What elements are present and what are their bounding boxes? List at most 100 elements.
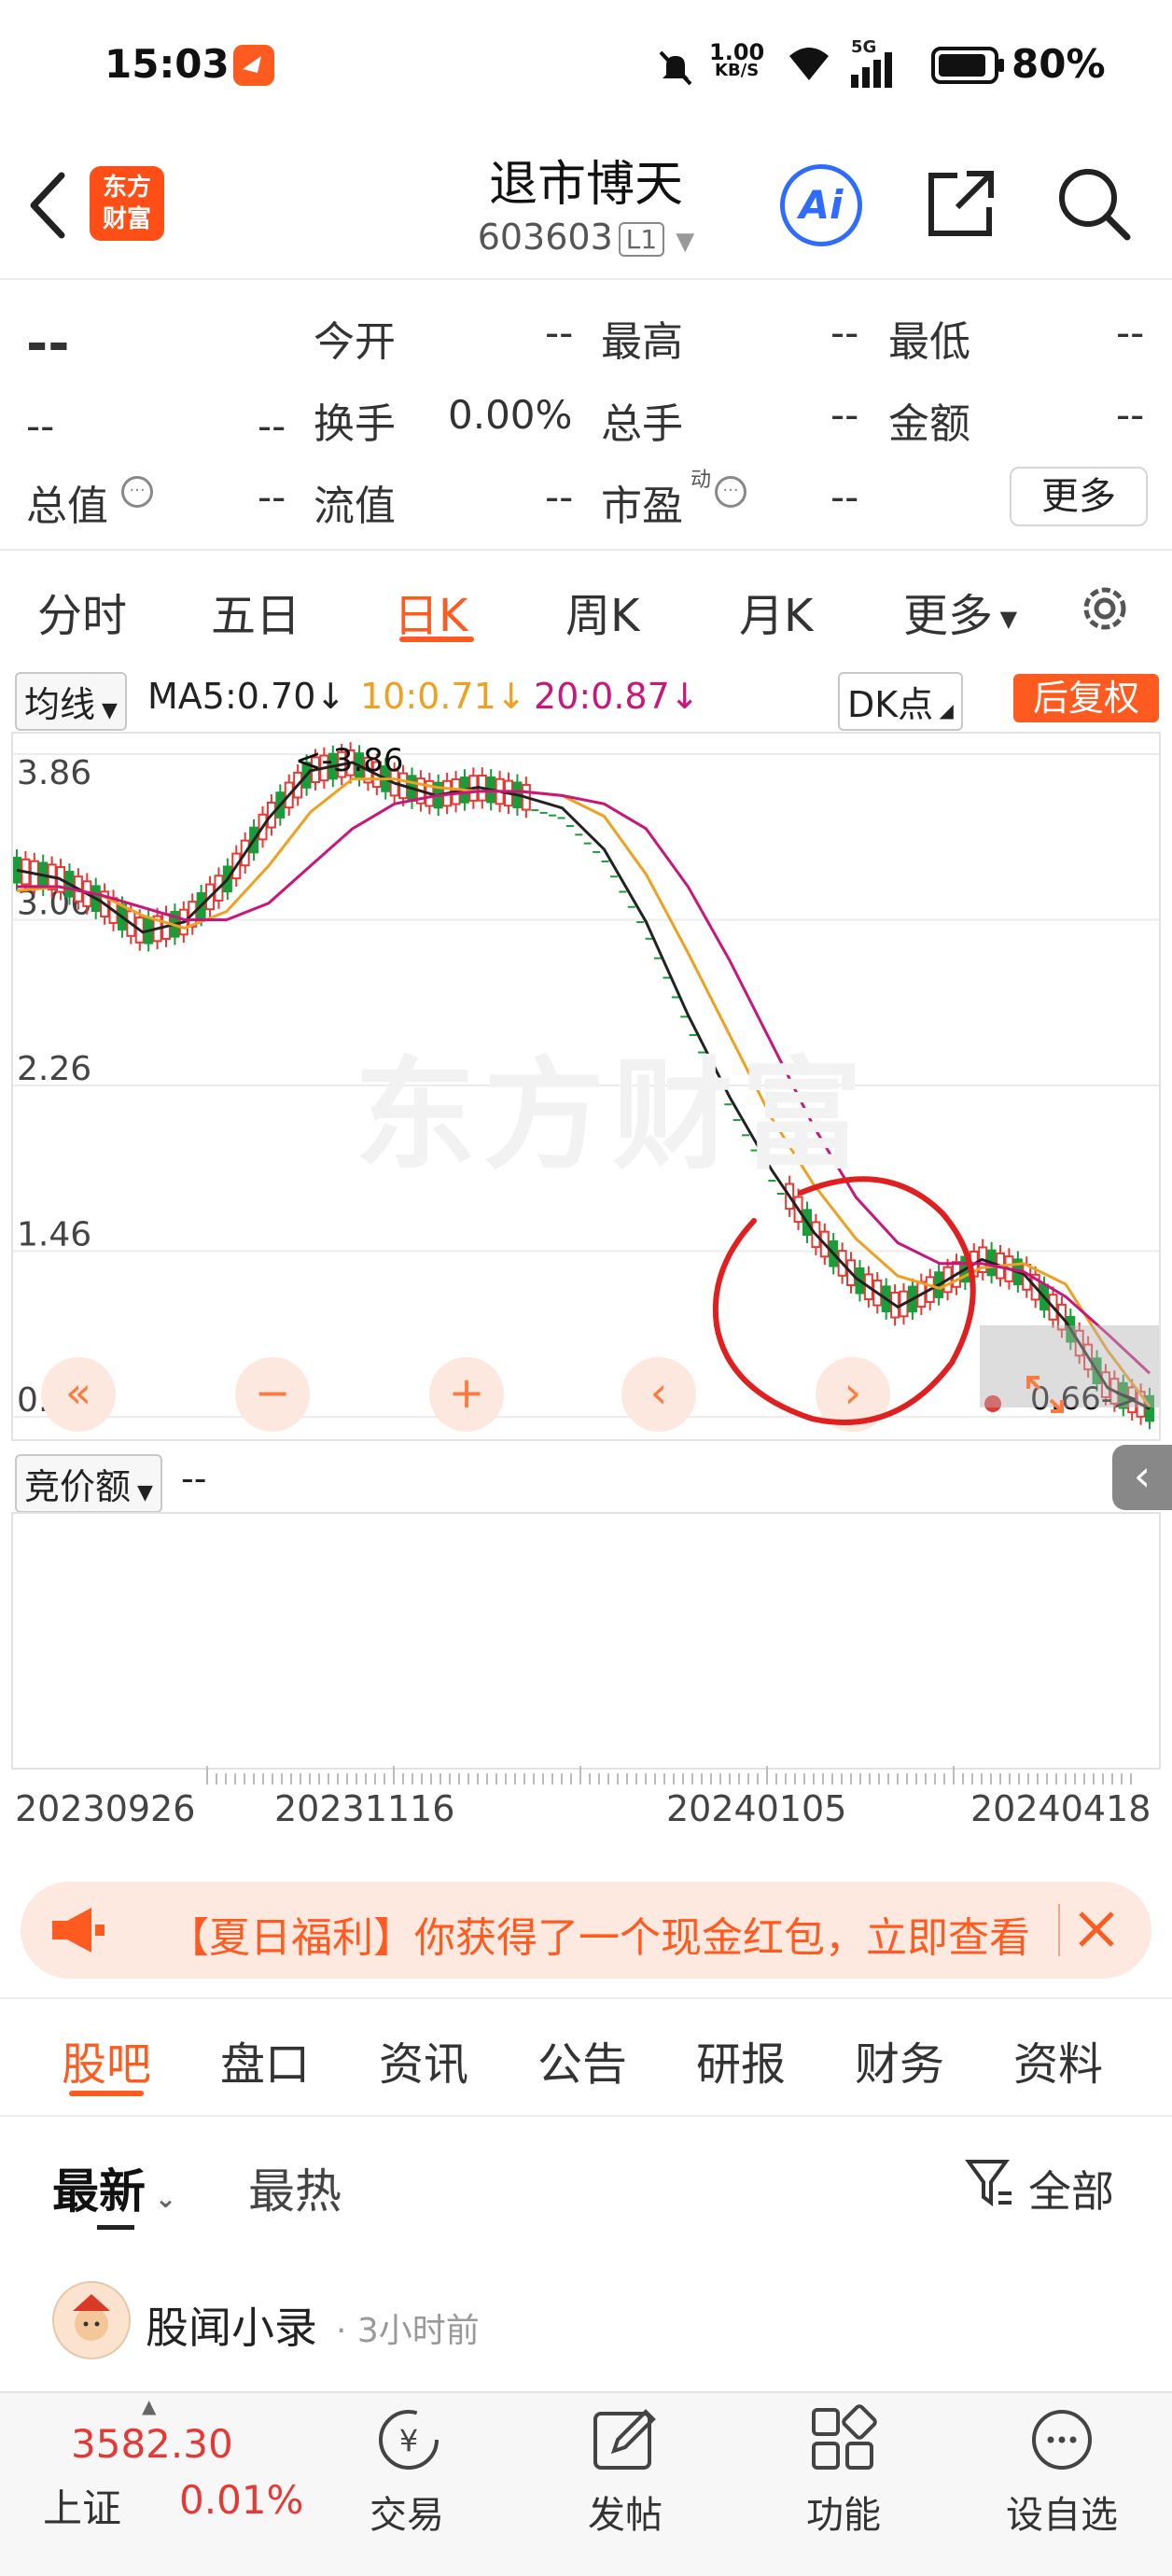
tab-research[interactable]: 研报	[696, 2027, 786, 2093]
signal-icon	[851, 52, 892, 88]
banner-divider	[1058, 1904, 1060, 1956]
nav-trade[interactable]: 交易	[332, 2485, 481, 2539]
date-tick-1: 20230926	[15, 1788, 196, 1829]
svg-text:¥: ¥	[399, 2423, 418, 2458]
pe-dynamic-sup: 动	[691, 469, 712, 492]
amount-label: 金额	[888, 400, 970, 448]
zoom-in-button[interactable]: +	[429, 1357, 504, 1432]
indicator-select[interactable]: 均线 ▼	[15, 672, 127, 731]
tab-announcements[interactable]: 公告	[537, 2027, 627, 2093]
tab-news[interactable]: 资讯	[379, 2027, 468, 2093]
amount-value: --	[1116, 392, 1145, 438]
pan-left-button[interactable]: ‹	[621, 1357, 696, 1432]
settings-gear-icon[interactable]	[1075, 579, 1135, 638]
sort-latest[interactable]: 最新 ⌄	[52, 2154, 176, 2221]
post-author[interactable]: 股闻小录	[146, 2294, 317, 2356]
tab-daily-k[interactable]: 日K	[394, 579, 467, 644]
auction-value: --	[181, 1458, 207, 1499]
tab-guba[interactable]: 股吧	[62, 2027, 151, 2093]
status-bar: 15:03 1.00 KB/S 5G 80%	[0, 0, 1172, 131]
sort-hot[interactable]: 最热	[248, 2154, 342, 2221]
price-change: --	[26, 403, 55, 449]
tab-pankou[interactable]: 盘口	[220, 2027, 310, 2093]
active-tab-underline	[399, 637, 474, 642]
open-value: --	[545, 310, 574, 356]
collapse-panel-icon[interactable]: ‹	[1112, 1445, 1172, 1510]
ai-button[interactable]: Ai	[780, 164, 862, 246]
news-tab-underline	[69, 2091, 144, 2096]
tab-monthly-k[interactable]: 月K	[739, 579, 813, 644]
high-marker: <-3.86	[295, 742, 403, 779]
bottom-bar	[0, 2391, 1172, 2576]
current-price: --	[26, 314, 70, 374]
dk-point-select[interactable]: DK点 ◢	[838, 672, 963, 731]
notification-app-icon	[233, 45, 274, 86]
mute-icon	[659, 50, 692, 86]
mktcap-info-icon[interactable]: ···	[121, 476, 153, 508]
float-value: --	[545, 474, 574, 520]
fullscreen-overlay[interactable]	[980, 1325, 1159, 1407]
close-icon[interactable]	[1073, 1906, 1120, 1953]
y-tick-label: 3.86	[17, 754, 91, 792]
tab-profile[interactable]: 资料	[1013, 2027, 1103, 2093]
y-tick-label: 1.46	[17, 1216, 91, 1254]
promo-text[interactable]: 【夏日福利】你获得了一个现金红包，立即查看	[168, 1904, 1064, 1964]
filter-icon[interactable]	[965, 2156, 1015, 2210]
volume-value: --	[830, 392, 859, 438]
low-value: --	[1116, 310, 1145, 356]
float-label: 流值	[314, 483, 396, 530]
more-quote-button[interactable]: 更多	[1010, 467, 1148, 526]
ma10-value: 10:0.71↓	[360, 676, 526, 717]
hand-drawn-circle-annotation	[712, 1176, 976, 1425]
nav-functions[interactable]: 功能	[769, 2485, 918, 2539]
tab-five-day[interactable]: 五日	[211, 579, 300, 644]
date-tick-2: 20231116	[274, 1788, 455, 1829]
index-change[interactable]: 0.01%	[179, 2477, 303, 2523]
date-tick-4: 20240418	[970, 1788, 1151, 1829]
trade-icon[interactable]: ¥	[370, 2404, 448, 2475]
turnover-label: 换手	[314, 400, 396, 448]
ma5-value: MA5:0.70↓	[147, 676, 346, 717]
search-icon[interactable]	[1054, 164, 1133, 243]
open-label: 今开	[314, 318, 396, 366]
stock-code: 603603	[477, 217, 613, 258]
dropdown-arrow-icon: ▼	[676, 228, 695, 256]
post-compose-icon[interactable]	[590, 2404, 661, 2475]
share-icon[interactable]	[924, 166, 998, 241]
tab-weekly-k[interactable]: 周K	[565, 579, 639, 644]
wifi-icon	[789, 48, 829, 80]
pe-value: --	[830, 474, 859, 520]
author-avatar[interactable]	[52, 2281, 131, 2359]
tab-finance[interactable]: 财务	[855, 2027, 944, 2093]
index-up-caret-icon: ▲	[142, 2395, 157, 2417]
megaphone-icon	[52, 1908, 105, 1953]
turnover-value: 0.00%	[448, 392, 573, 438]
zoom-out-button[interactable]: −	[235, 1357, 310, 1432]
pe-label: 市盈	[601, 483, 683, 530]
index-value[interactable]: 3582.30	[71, 2421, 233, 2467]
nav-add-watchlist[interactable]: 设自选	[987, 2485, 1137, 2539]
tab-more[interactable]: 更多 ▼	[903, 579, 1017, 644]
pe-info-icon[interactable]: ···	[715, 476, 746, 508]
rewind-button[interactable]: «	[41, 1357, 116, 1432]
fullscreen-icon[interactable]	[1025, 1374, 1066, 1415]
auction-select[interactable]: 竞价额 ▼	[15, 1454, 162, 1513]
tab-intraday[interactable]: 分时	[37, 579, 127, 644]
nav-post[interactable]: 发帖	[551, 2485, 700, 2539]
high-label: 最高	[601, 318, 683, 366]
low-label: 最低	[888, 318, 970, 366]
adjust-button[interactable]: 后复权	[1013, 674, 1159, 722]
filter-all[interactable]: 全部	[1028, 2158, 1114, 2219]
y-tick-label: 2.26	[17, 1050, 91, 1088]
functions-grid-icon[interactable]	[808, 2404, 879, 2475]
index-name[interactable]: 上证	[43, 2477, 121, 2534]
level-badge: L1	[618, 222, 665, 257]
volume-panel	[11, 1512, 1161, 1770]
add-watchlist-icon[interactable]	[1026, 2404, 1097, 2475]
high-value: --	[830, 310, 859, 356]
battery-percent: 80%	[1012, 41, 1106, 87]
net-speed: 1.00 KB/S	[709, 39, 765, 80]
mktcap-label: 总值	[26, 483, 108, 530]
sort-underline	[97, 2225, 134, 2230]
timeline-ticks	[206, 1766, 1132, 1785]
